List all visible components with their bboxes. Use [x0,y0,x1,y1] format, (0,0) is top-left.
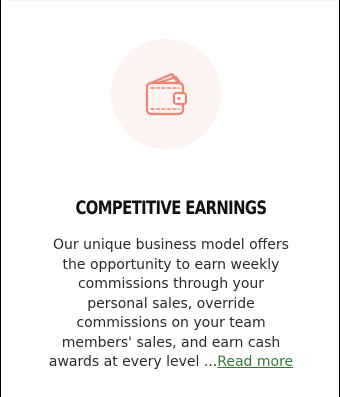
description-line: commissions on your team [76,315,266,331]
description-line: awards at every level ... [48,354,218,370]
description-line: the opportunity to earn weekly [62,256,280,273]
description-line: Our unique business model offers [53,237,289,253]
description-line: commissions through your [77,276,265,292]
description-last-line: awards at every level ...Read more [5,353,337,373]
feature-card: COMPETITIVE EARNINGS Our unique business… [5,0,337,371]
icon-circle [111,39,221,149]
description-line: members' sales, and earn cash [61,334,281,351]
page-frame: COMPETITIVE EARNINGS Our unique business… [0,0,340,397]
card-description: Our unique business model offers the opp… [5,236,337,373]
description-line: personal sales, override [87,295,255,312]
read-more-link[interactable]: Read more [217,354,293,370]
wallet-icon [145,72,188,116]
card-title: COMPETITIVE EARNINGS [75,197,268,219]
